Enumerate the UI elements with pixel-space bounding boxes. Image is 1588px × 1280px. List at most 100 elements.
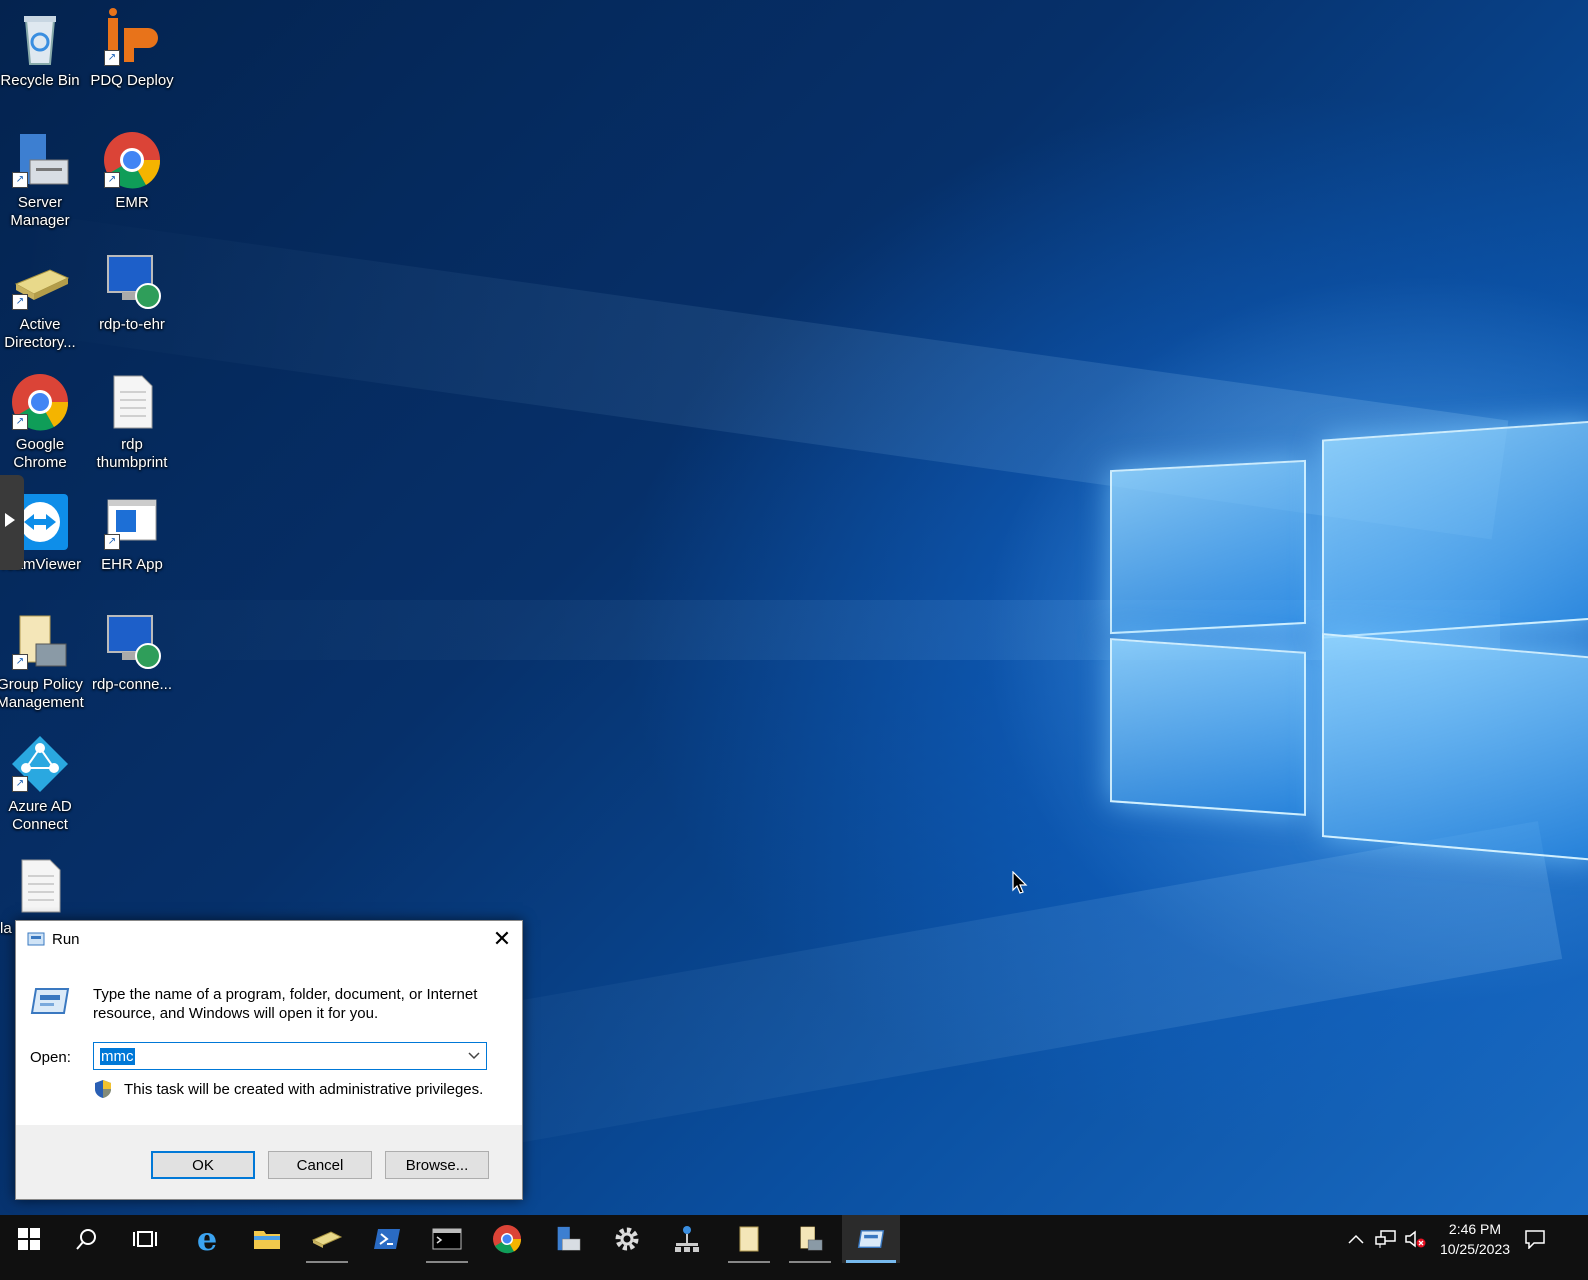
run-app-icon [27, 932, 45, 946]
taskbar-server-manager[interactable] [538, 1215, 596, 1263]
network-tree-icon [675, 1226, 699, 1252]
windows-logo-pane [1110, 638, 1306, 816]
taskbar-powershell[interactable] [358, 1215, 416, 1263]
uac-shield-icon [95, 1080, 111, 1098]
desktop-icon-server-manager[interactable]: ↗ Server Manager [0, 130, 86, 230]
shortcut-arrow-icon: ↗ [12, 294, 28, 310]
desktop-icon-azure-ad-connect[interactable]: ↗ Azure AD Connect [0, 734, 86, 834]
taskbar-network-tool[interactable] [658, 1215, 716, 1263]
chrome-icon: ↗ [102, 130, 162, 190]
internet-explorer-icon: e [196, 1220, 218, 1258]
icon-label: Group Policy Management [0, 676, 84, 711]
taskbar-google-chrome[interactable] [478, 1215, 536, 1263]
run-title-bar[interactable]: Run [16, 921, 522, 957]
powershell-icon [374, 1229, 400, 1249]
ok-button[interactable]: OK [151, 1151, 255, 1179]
icon-label: Server Manager [10, 194, 70, 229]
server-manager-icon: ↗ [10, 130, 70, 190]
remote-desktop-icon [102, 612, 162, 672]
search-button[interactable] [58, 1215, 116, 1263]
icon-label: Azure AD Connect [8, 798, 72, 833]
desktop-icon-rdp-connection[interactable]: rdp-conne... [86, 612, 178, 694]
app-window-icon: ↗ [102, 492, 162, 552]
folder-icon [254, 1231, 280, 1249]
shortcut-arrow-icon: ↗ [104, 534, 120, 550]
server-manager-icon [557, 1226, 581, 1251]
run-title: Run [52, 930, 80, 948]
network-tray-button[interactable] [1374, 1227, 1398, 1251]
open-label: Open: [30, 1049, 71, 1066]
active-directory-icon [311, 1231, 343, 1248]
chevron-up-icon [1348, 1234, 1364, 1244]
taskbar-notepad[interactable] [720, 1215, 778, 1263]
browse-button[interactable]: Browse... [385, 1151, 489, 1179]
shortcut-arrow-icon: ↗ [12, 654, 28, 670]
start-button[interactable] [0, 1215, 58, 1263]
shortcut-arrow-icon: ↗ [104, 50, 120, 66]
open-input[interactable]: mmc [100, 1048, 135, 1065]
side-panel-handle[interactable] [0, 475, 24, 570]
show-hidden-icons-button[interactable] [1344, 1227, 1368, 1251]
desktop-icon-recycle-bin[interactable]: Recycle Bin [0, 8, 86, 90]
remote-desktop-icon [102, 252, 162, 312]
taskbar-command-prompt[interactable] [418, 1215, 476, 1263]
command-prompt-icon [432, 1228, 462, 1250]
pdq-deploy-icon: ↗ [102, 8, 162, 68]
taskbar-active-directory[interactable] [298, 1215, 356, 1263]
close-button[interactable]: ✕ [482, 921, 522, 957]
chevron-down-icon[interactable] [468, 1052, 480, 1060]
icon-label: PDQ Deploy [90, 72, 174, 89]
network-icon [1375, 1230, 1396, 1248]
taskbar-file-explorer[interactable] [238, 1215, 296, 1263]
windows-logo-icon [18, 1228, 40, 1250]
shortcut-arrow-icon: ↗ [12, 776, 28, 792]
clock-date: 10/25/2023 [1439, 1241, 1511, 1257]
gear-icon [615, 1227, 639, 1251]
taskbar: e 2:46 PM 10/25/2023 [0, 1215, 1588, 1280]
desktop-icon-google-chrome[interactable]: ↗ Google Chrome [0, 372, 86, 472]
windows-logo-pane [1322, 420, 1588, 639]
task-view-button[interactable] [116, 1215, 174, 1263]
volume-tray-button[interactable] [1402, 1227, 1428, 1251]
desktop-icon-rdp-to-ehr[interactable]: rdp-to-ehr [86, 252, 178, 334]
run-footer: OK Cancel Browse... [16, 1125, 522, 1199]
volume-muted-icon [1405, 1230, 1426, 1248]
taskbar-group-policy[interactable] [781, 1215, 839, 1263]
action-center-button[interactable] [1522, 1225, 1548, 1253]
desktop-icon-pdq-deploy[interactable]: ↗ PDQ Deploy [86, 8, 178, 90]
run-description: Type the name of a program, folder, docu… [93, 986, 478, 1022]
cancel-button[interactable]: Cancel [268, 1151, 372, 1179]
run-icon [30, 988, 70, 1014]
icon-label: Recycle Bin [0, 72, 80, 89]
windows-logo-pane [1322, 633, 1588, 861]
icon-label: rdp thumbprint [96, 436, 168, 471]
desktop-icon-active-directory[interactable]: ↗ Active Directory... [0, 252, 86, 352]
desktop-icon-group-policy-management[interactable]: ↗ Group Policy Management [0, 612, 86, 712]
recycle-bin-icon [10, 8, 70, 68]
group-policy-icon: ↗ [10, 612, 70, 672]
chrome-icon [493, 1225, 522, 1254]
notification-icon [1525, 1230, 1545, 1249]
taskbar-run[interactable] [842, 1215, 900, 1263]
clock[interactable]: 2:46 PM 10/25/2023 [1430, 1219, 1520, 1259]
icon-label: EMR [115, 194, 149, 211]
close-icon: ✕ [492, 926, 512, 951]
taskbar-internet-explorer[interactable]: e [178, 1215, 236, 1263]
active-directory-icon: ↗ [10, 252, 70, 312]
mouse-cursor-icon [1012, 871, 1028, 894]
open-combobox[interactable]: mmc [93, 1042, 487, 1070]
text-document-icon [102, 372, 162, 432]
icon-label: Active Directory... [4, 316, 76, 351]
shortcut-arrow-icon: ↗ [104, 172, 120, 188]
shortcut-arrow-icon: ↗ [12, 414, 28, 430]
task-view-icon [133, 1231, 157, 1247]
taskbar-settings[interactable] [598, 1215, 656, 1263]
desktop-icon-emr[interactable]: ↗ EMR [86, 130, 178, 212]
run-body: Type the name of a program, folder, docu… [16, 957, 522, 1125]
run-dialog: Run ✕ Type the name of a program, folder… [15, 920, 523, 1200]
run-icon [857, 1230, 885, 1248]
desktop-icon-ehr-app[interactable]: ↗ EHR App [86, 492, 178, 574]
desktop-icon-rdp-thumbprint[interactable]: rdp thumbprint [86, 372, 178, 472]
icon-label: EHR App [101, 556, 163, 573]
group-policy-icon [800, 1226, 823, 1251]
